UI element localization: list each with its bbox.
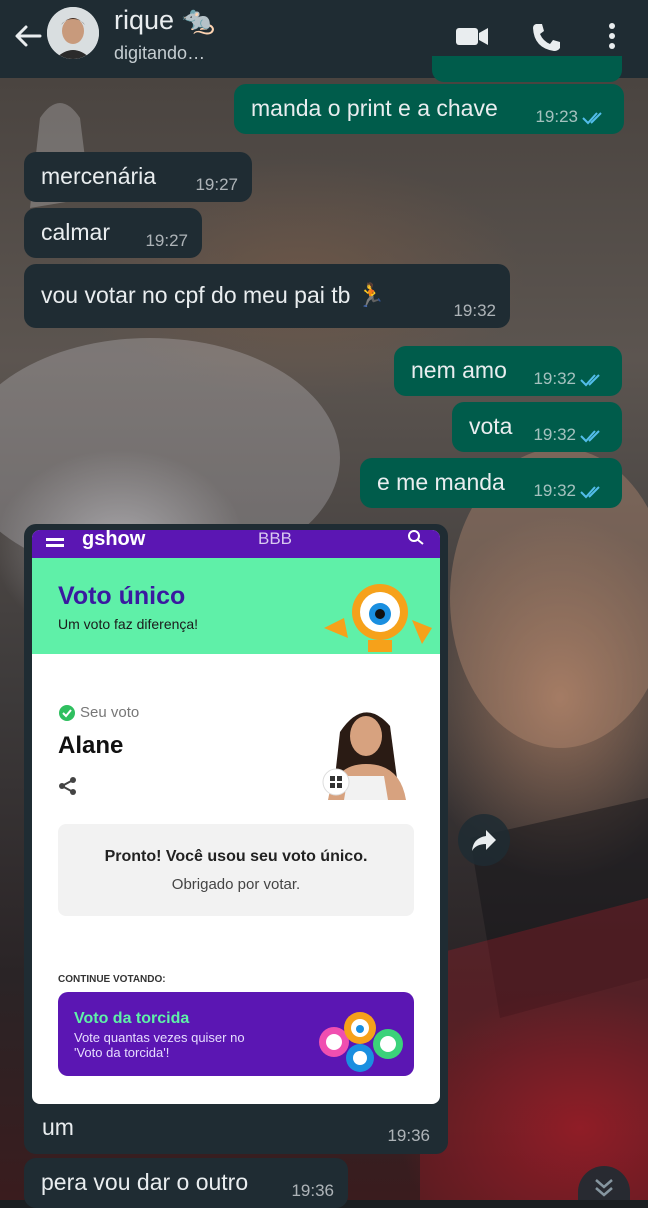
image-caption: um xyxy=(42,1114,74,1140)
message-bubble-outgoing[interactable]: manda o print e a chave 19:23 xyxy=(234,84,624,134)
forward-icon xyxy=(472,830,496,851)
read-ticks-icon xyxy=(580,374,600,387)
candidate-photo xyxy=(322,712,406,800)
gshow-logo: gshow xyxy=(82,530,146,550)
shared-screenshot[interactable]: gshow BBB Voto único Um voto faz diferen… xyxy=(32,530,440,1104)
forward-button[interactable] xyxy=(458,814,510,866)
promo-text-line-1: Vote quantas vezes quiser no xyxy=(74,1030,245,1045)
message-bubble-outgoing[interactable]: vota 19:32 xyxy=(452,402,622,452)
avatar[interactable] xyxy=(47,7,99,59)
message-bubble-incoming[interactable]: calmar 19:27 xyxy=(24,208,202,258)
message-text: vou votar no cpf do meu pai tb 🏃 xyxy=(41,282,386,308)
bbb-mascots-group xyxy=(319,1012,403,1072)
double-chevron-down-icon xyxy=(595,1179,613,1197)
back-arrow-icon[interactable] xyxy=(8,16,48,56)
message-bubble-incoming[interactable]: pera vou dar o outro 19:36 xyxy=(24,1158,348,1208)
scroll-to-bottom-button[interactable] xyxy=(578,1166,630,1200)
contact-name[interactable]: rique 🐀 xyxy=(114,4,215,36)
more-options-icon[interactable] xyxy=(592,16,632,56)
message-bubble-cut xyxy=(432,56,622,82)
message-text: mercenária xyxy=(41,163,157,189)
message-text: manda o print e a chave xyxy=(251,95,498,121)
check-circle-icon xyxy=(59,705,75,721)
read-ticks-icon xyxy=(580,430,600,443)
message-time: 19:32 xyxy=(533,481,576,500)
read-ticks-icon xyxy=(580,486,600,499)
confirmation-title: Pronto! Você usou seu voto único. xyxy=(104,848,368,865)
message-time: 19:32 xyxy=(533,369,576,388)
message-time: 19:23 xyxy=(535,107,578,126)
message-time: 19:32 xyxy=(533,425,576,444)
message-time: 19:32 xyxy=(453,301,496,320)
message-bubble-outgoing[interactable]: nem amo 19:32 xyxy=(394,346,622,396)
image-message-bubble[interactable]: gshow BBB Voto único Um voto faz diferen… xyxy=(24,524,448,1154)
message-time: 19:27 xyxy=(145,231,188,250)
phone-icon[interactable] xyxy=(524,16,568,56)
message-time: 19:36 xyxy=(291,1181,334,1200)
read-ticks-icon xyxy=(582,112,602,125)
vote-confirmation-card: Pronto! Você usou seu voto único. Obriga… xyxy=(58,824,414,916)
message-text: vota xyxy=(469,413,513,439)
search-icon xyxy=(408,530,424,545)
continue-voting-label: CONTINUE VOTANDO: xyxy=(58,974,166,985)
confirmation-subtitle: Obrigado por votar. xyxy=(171,876,301,893)
message-bubble-incoming[interactable]: vou votar no cpf do meu pai tb 🏃 19:32 xyxy=(24,264,510,328)
message-time: 19:36 xyxy=(387,1126,430,1145)
candidate-name: Alane xyxy=(58,732,124,759)
gshow-topbar: gshow BBB xyxy=(32,530,440,558)
message-text: calmar xyxy=(41,219,111,245)
message-time: 19:27 xyxy=(195,175,238,194)
share-icon xyxy=(59,777,76,795)
banner-subtitle: Um voto faz diferença! xyxy=(58,616,199,632)
promo-text-line-2: 'Voto da torcida'! xyxy=(74,1045,170,1060)
promo-title: Voto da torcida xyxy=(74,1010,190,1027)
message-text: e me manda xyxy=(377,469,505,495)
seu-voto-label: Seu voto xyxy=(80,704,140,721)
message-text: nem amo xyxy=(411,357,507,383)
message-text: pera vou dar o outro xyxy=(41,1169,249,1195)
message-bubble-outgoing[interactable]: e me manda 19:32 xyxy=(360,458,622,508)
video-call-icon[interactable] xyxy=(450,16,494,56)
banner-title: Voto único xyxy=(58,582,186,610)
typing-status: digitando… xyxy=(114,43,206,63)
voto-unico-banner: Voto único Um voto faz diferença! xyxy=(32,558,440,654)
message-bubble-incoming[interactable]: mercenária 19:27 xyxy=(24,152,252,202)
voto-da-torcida-card: Voto da torcida Vote quantas vezes quise… xyxy=(58,992,414,1076)
bbb-tab: BBB xyxy=(258,530,293,548)
bbb-eye-mascot xyxy=(324,584,432,652)
